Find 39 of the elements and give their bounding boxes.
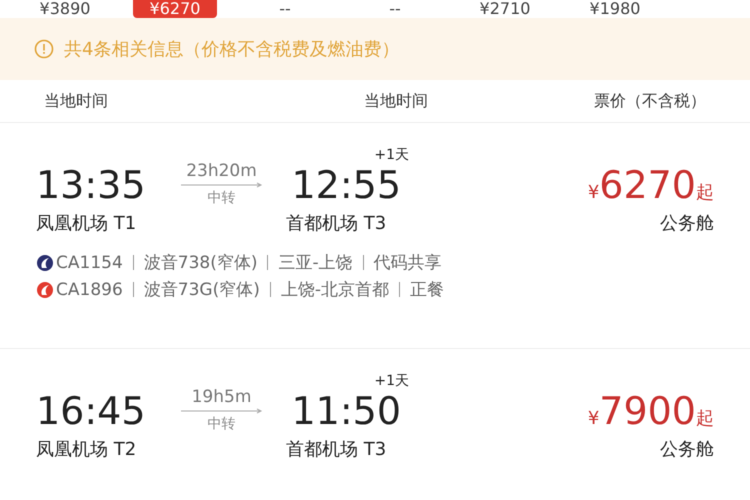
column-header: 票价（不含税） bbox=[594, 90, 706, 112]
arrive-time: 12:55 bbox=[291, 163, 401, 207]
depart-time: 16:45 bbox=[36, 389, 147, 433]
arrive-airport: 首都机场 T3 bbox=[286, 212, 388, 235]
arrive-time: 11:50 bbox=[291, 389, 401, 433]
route: 三亚-上饶 bbox=[278, 252, 353, 274]
notice-text: 共4条相关信息（价格不含税费及燃油费） bbox=[64, 38, 400, 61]
flight-number: CA1896 bbox=[56, 280, 123, 300]
flight-card[interactable]: 13:35 23h20m 中转 +1天 12:55 ¥6270起 凤凰机场 T1 首都机场 T3 公务舱 CA1154 波音738(窄体) 三亚-上饶 代码共享 CA1896 波音73G(窄体) 上饶-北京首都 正餐 bbox=[0, 123, 750, 349]
aircraft-type: 波音73G(窄体) bbox=[144, 279, 260, 301]
column-header: 当地时间 bbox=[44, 90, 109, 112]
price: ¥6270起 bbox=[588, 163, 714, 207]
route: 上饶-北京首都 bbox=[280, 279, 389, 301]
price: ¥7900起 bbox=[588, 389, 714, 433]
day-offset: +1天 bbox=[374, 147, 409, 163]
day-offset: +1天 bbox=[374, 373, 409, 389]
price-tab[interactable]: -- bbox=[230, 0, 340, 18]
price-tab[interactable]: -- bbox=[340, 0, 450, 18]
flight-card[interactable]: 16:45 19h5m 中转 +1天 11:50 ¥7900起 凤凰机场 T2 首都机场 T3 公务舱 bbox=[0, 349, 750, 500]
flight-note: 代码共享 bbox=[374, 252, 442, 274]
flight-note: 正餐 bbox=[410, 279, 444, 301]
aircraft-type: 波音738(窄体) bbox=[144, 252, 258, 274]
price-tab[interactable]: ¥6270 bbox=[133, 0, 217, 18]
transfer-label: 中转 bbox=[208, 189, 236, 207]
duration: 19h5m bbox=[192, 387, 252, 407]
depart-airport: 凤凰机场 T2 bbox=[36, 438, 138, 461]
flight-number: CA1154 bbox=[56, 252, 123, 272]
info-icon bbox=[34, 39, 54, 59]
arrive-airport: 首都机场 T3 bbox=[286, 438, 388, 461]
transfer-label: 中转 bbox=[208, 415, 236, 433]
depart-time: 13:35 bbox=[36, 163, 147, 207]
price-tab[interactable]: ¥1980 bbox=[560, 0, 670, 18]
price-tab[interactable]: ¥2710 bbox=[450, 0, 560, 18]
price-tab[interactable]: ¥3890 bbox=[10, 0, 120, 18]
duration: 23h20m bbox=[186, 161, 257, 181]
cabin-class: 公务舱 bbox=[660, 438, 714, 461]
column-header: 当地时间 bbox=[364, 90, 429, 112]
depart-airport: 凤凰机场 T1 bbox=[36, 212, 138, 235]
cabin-class: 公务舱 bbox=[660, 212, 714, 235]
